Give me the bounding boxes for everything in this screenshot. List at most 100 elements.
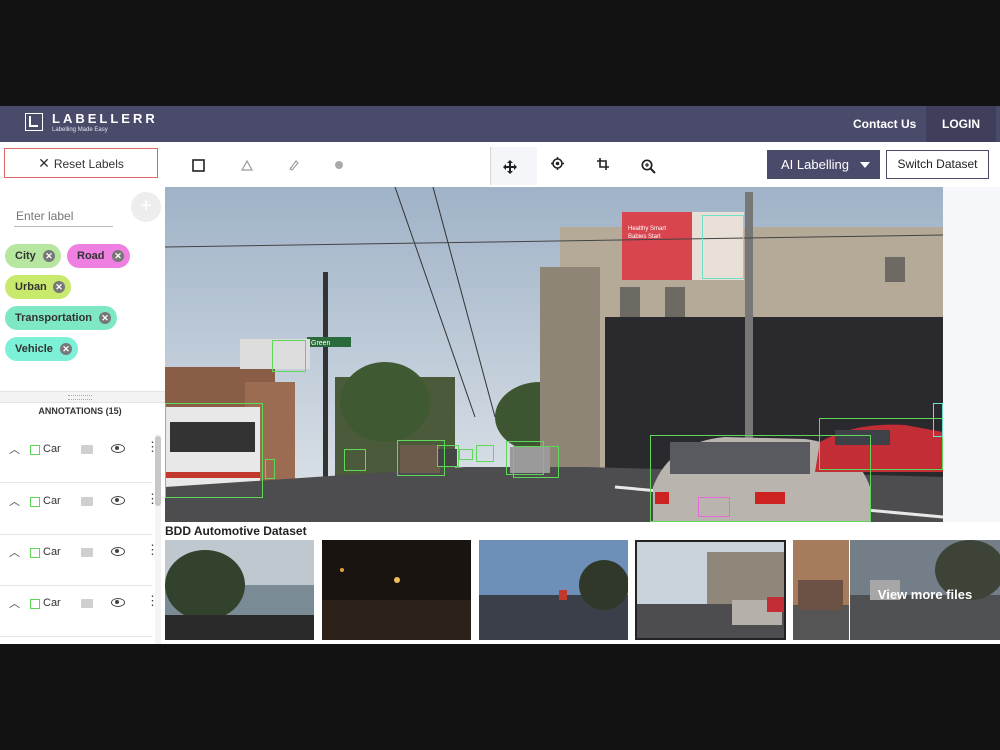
chevron-up-icon[interactable]: ︿ bbox=[9, 441, 20, 457]
dataset-thumbnail[interactable] bbox=[322, 540, 471, 640]
comment-icon[interactable] bbox=[81, 599, 93, 608]
bbox-annotation[interactable] bbox=[698, 497, 730, 517]
brand-tagline: Labelling Made Easy bbox=[52, 127, 108, 133]
label-chip-vehicle[interactable]: Vehicle ✕ bbox=[5, 337, 78, 361]
label-chip-text: Vehicle bbox=[15, 343, 53, 355]
eye-icon[interactable] bbox=[111, 444, 125, 453]
remove-chip-icon[interactable]: ✕ bbox=[112, 250, 124, 262]
eye-icon[interactable] bbox=[111, 496, 125, 505]
class-color-icon bbox=[30, 548, 40, 558]
dataset-thumbnail-selected[interactable] bbox=[635, 540, 786, 640]
thumbnail-image bbox=[637, 542, 784, 638]
point-icon[interactable] bbox=[334, 160, 344, 170]
more-options-icon[interactable]: ⋮ bbox=[146, 440, 155, 453]
annotations-list: ︿ Car ⋮ ︿ Car ⋮ ︿ Car ⋮ ︿ Car ⋮ bbox=[0, 432, 155, 644]
bbox-annotation[interactable] bbox=[513, 446, 559, 478]
more-options-icon[interactable]: ⋮ bbox=[146, 543, 155, 556]
chevron-up-icon[interactable]: ︿ bbox=[9, 493, 20, 509]
view-more-files-link[interactable]: View more files bbox=[850, 540, 1000, 640]
dataset-thumbnail[interactable] bbox=[793, 540, 849, 640]
annotation-canvas[interactable]: Healthy Smart Babies Start Green bbox=[165, 187, 943, 522]
add-label-button[interactable]: + bbox=[131, 192, 161, 222]
label-chip-road[interactable]: Road ✕ bbox=[67, 244, 130, 268]
move-icon[interactable] bbox=[503, 160, 517, 174]
annotations-scrollbar[interactable] bbox=[155, 434, 161, 644]
bbox-annotation[interactable] bbox=[476, 445, 494, 462]
switch-dataset-button[interactable]: Switch Dataset bbox=[886, 150, 989, 179]
remove-chip-icon[interactable]: ✕ bbox=[60, 343, 72, 355]
thumbnail-image bbox=[793, 540, 849, 640]
annotations-header: ANNOTATIONS (15) bbox=[38, 406, 122, 416]
remove-chip-icon[interactable]: ✕ bbox=[99, 312, 111, 324]
chevron-up-icon[interactable]: ︿ bbox=[9, 544, 20, 560]
ai-labelling-dropdown[interactable]: AI Labelling bbox=[767, 150, 880, 179]
remove-chip-icon[interactable]: ✕ bbox=[53, 281, 65, 293]
more-options-icon[interactable]: ⋮ bbox=[146, 594, 155, 607]
thumbnail-image bbox=[479, 540, 628, 640]
comment-icon[interactable] bbox=[81, 445, 93, 454]
chevron-up-icon[interactable]: ︿ bbox=[9, 595, 20, 611]
street-sign-text: Green bbox=[311, 340, 331, 347]
label-chip-text: Road bbox=[77, 250, 105, 262]
class-color-icon bbox=[30, 445, 40, 455]
billboard-text-line1: Healthy Smart bbox=[628, 226, 666, 232]
eye-icon[interactable] bbox=[111, 547, 125, 556]
label-chip-urban[interactable]: Urban ✕ bbox=[5, 275, 71, 299]
remove-chip-icon[interactable]: ✕ bbox=[43, 250, 55, 262]
contact-us-link[interactable]: Contact Us bbox=[853, 117, 916, 131]
bbox-annotation[interactable] bbox=[819, 418, 943, 470]
label-chip-transportation[interactable]: Transportation ✕ bbox=[5, 306, 117, 330]
panel-resize-handle[interactable] bbox=[0, 391, 165, 403]
bbox-annotation[interactable] bbox=[272, 340, 306, 372]
label-chip-text: Urban bbox=[15, 281, 47, 293]
thumbnail-image bbox=[322, 540, 471, 640]
label-chip-text: Transportation bbox=[15, 312, 93, 324]
annotation-class: Car bbox=[43, 597, 61, 609]
plus-icon: + bbox=[140, 195, 152, 217]
bbox-annotation[interactable] bbox=[265, 459, 275, 479]
annotation-row[interactable]: ︿ Car ⋮ bbox=[0, 484, 155, 535]
annotation-class: Car bbox=[43, 546, 61, 558]
more-options-icon[interactable]: ⋮ bbox=[146, 492, 155, 505]
bbox-annotation[interactable] bbox=[165, 403, 263, 498]
crop-icon[interactable] bbox=[597, 158, 609, 170]
close-icon: ✕ bbox=[38, 155, 50, 171]
annotation-row[interactable]: ︿ Car ⋮ bbox=[0, 432, 155, 483]
reset-labels-button[interactable]: ✕ Reset Labels bbox=[4, 148, 158, 178]
labellerr-logo-icon bbox=[25, 113, 43, 131]
target-icon[interactable] bbox=[551, 157, 564, 170]
class-color-icon bbox=[30, 599, 40, 609]
canvas-right-gutter bbox=[943, 187, 1000, 522]
dataset-thumbnail[interactable] bbox=[165, 540, 314, 640]
bbox-annotation[interactable] bbox=[344, 449, 366, 471]
caret-down-icon bbox=[860, 162, 870, 168]
pen-icon[interactable] bbox=[288, 159, 299, 171]
brand-name: LABELLERR bbox=[52, 111, 158, 126]
annotation-class: Car bbox=[43, 495, 61, 507]
annotation-row[interactable]: ︿ Car ⋮ bbox=[0, 535, 155, 586]
scrollbar-thumb[interactable] bbox=[155, 436, 161, 506]
bbox-annotation[interactable] bbox=[702, 215, 744, 279]
dataset-thumbnail[interactable] bbox=[479, 540, 628, 640]
annotation-row[interactable]: ︿ Car ⋮ bbox=[0, 586, 155, 637]
bbox-annotation[interactable] bbox=[933, 403, 943, 437]
comment-icon[interactable] bbox=[81, 497, 93, 506]
label-chip-text: City bbox=[15, 250, 36, 262]
dataset-title: BDD Automotive Dataset bbox=[165, 524, 307, 538]
reset-labels-label: Reset Labels bbox=[53, 157, 124, 171]
comment-icon[interactable] bbox=[81, 548, 93, 557]
app-window: LABELLERR Labelling Made Easy Contact Us… bbox=[0, 106, 1000, 644]
annotation-class: Car bbox=[43, 443, 61, 455]
login-button[interactable]: LOGIN bbox=[926, 106, 996, 142]
rectangle-icon[interactable] bbox=[192, 159, 205, 172]
top-nav-bar: LABELLERR Labelling Made Easy Contact Us… bbox=[0, 106, 1000, 142]
thumbnail-image bbox=[165, 540, 314, 640]
bbox-annotation[interactable] bbox=[437, 445, 459, 467]
label-input[interactable] bbox=[14, 206, 113, 227]
bbox-annotation[interactable] bbox=[459, 449, 473, 460]
label-chip-city[interactable]: City ✕ bbox=[5, 244, 61, 268]
zoom-icon[interactable] bbox=[641, 159, 656, 174]
polygon-icon[interactable] bbox=[241, 160, 253, 171]
eye-icon[interactable] bbox=[111, 598, 125, 607]
class-color-icon bbox=[30, 497, 40, 507]
